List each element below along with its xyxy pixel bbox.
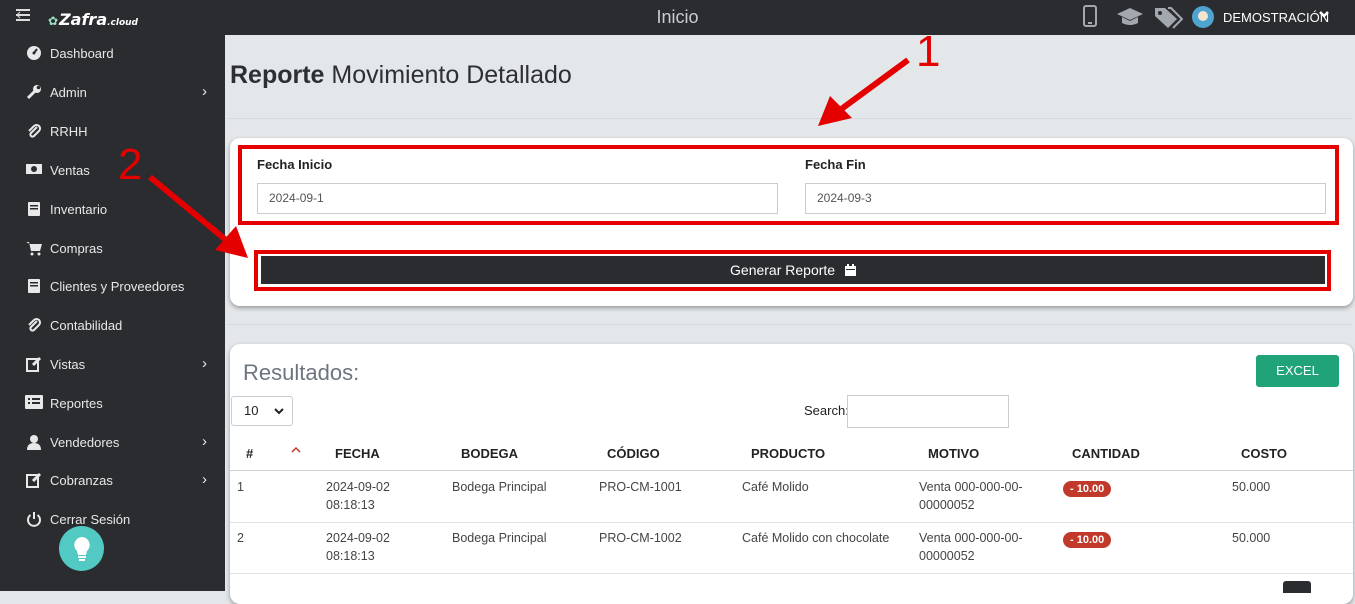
row-divider xyxy=(230,522,1353,523)
quantity-badge: - 10.00 xyxy=(1063,481,1112,497)
cell-producto: Café Molido xyxy=(742,480,809,494)
cell-motivo: Venta 000-000-00- xyxy=(919,531,1023,545)
annotation-arrowhead-1 xyxy=(818,96,852,126)
column-header-motivo[interactable]: MOTIVO xyxy=(928,446,979,461)
cell-hora: 08:18:13 xyxy=(326,498,375,512)
column-header-codigo[interactable]: CÓDIGO xyxy=(607,446,660,461)
cell-num: 1 xyxy=(237,480,244,494)
cell-bodega: Bodega Principal xyxy=(452,480,547,494)
cell-hora: 08:18:13 xyxy=(326,549,375,563)
chevron-down-icon xyxy=(274,397,284,426)
cell-codigo: PRO-CM-1002 xyxy=(599,531,682,545)
cell-bodega: Bodega Principal xyxy=(452,531,547,545)
scroll-to-top-button[interactable] xyxy=(1283,581,1311,593)
annotation-arrowhead-2 xyxy=(215,226,248,258)
cell-num: 2 xyxy=(237,531,244,545)
column-header-producto[interactable]: PRODUCTO xyxy=(751,446,825,461)
row-divider xyxy=(230,573,1353,574)
page-size-select[interactable]: 10 xyxy=(231,396,293,426)
cell-motivo: Venta 000-000-00- xyxy=(919,480,1023,494)
results-title: Resultados: xyxy=(243,360,360,385)
cell-costo: 50.000 xyxy=(1232,531,1271,545)
sort-ascending-icon[interactable] xyxy=(290,443,302,458)
annotation-arrow-2 xyxy=(148,174,228,243)
annotation-arrow-1 xyxy=(838,57,910,113)
quantity-badge: - 10.00 xyxy=(1063,532,1112,548)
cell-motivo-cont: 00000052 xyxy=(919,549,975,563)
table-header-divider xyxy=(230,470,1353,471)
cell-costo: 50.000 xyxy=(1232,480,1271,494)
column-header-cantidad[interactable]: CANTIDAD xyxy=(1072,446,1140,461)
results-card xyxy=(230,344,1353,604)
cell-codigo: PRO-CM-1001 xyxy=(599,480,682,494)
search-input[interactable] xyxy=(847,395,1009,428)
cell-motivo-cont: 00000052 xyxy=(919,498,975,512)
cell-fecha: 2024-09-02 xyxy=(326,531,390,545)
column-header-fecha[interactable]: FECHA xyxy=(335,446,380,461)
column-header-num[interactable]: # xyxy=(246,446,253,461)
cell-producto: Café Molido con chocolate xyxy=(742,531,890,545)
column-header-bodega[interactable]: BODEGA xyxy=(461,446,518,461)
excel-export-button[interactable]: EXCEL xyxy=(1256,355,1339,387)
cell-fecha: 2024-09-02 xyxy=(326,480,390,494)
column-header-costo[interactable]: COSTO xyxy=(1241,446,1287,461)
search-label: Search: xyxy=(804,403,849,418)
